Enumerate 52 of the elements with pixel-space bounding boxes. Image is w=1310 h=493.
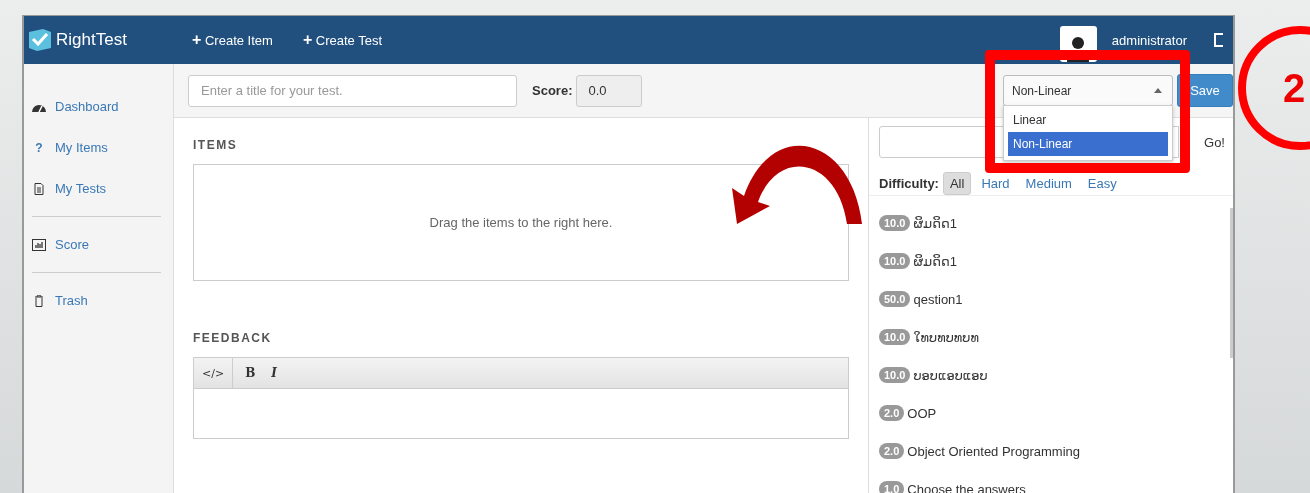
difficulty-filter[interactable]: Medium (1019, 173, 1078, 194)
sidebar-item[interactable]: Dashboard (32, 86, 161, 127)
score-badge: 10.0 (879, 253, 911, 269)
drop-zone[interactable]: Drag the items to the right here. (193, 164, 849, 281)
score-badge: 1.0 (879, 481, 905, 493)
document-icon (32, 182, 46, 195)
item-title[interactable]: ຜິມດິດ1 (913, 215, 957, 231)
bar-chart-icon (32, 238, 46, 251)
score-badge: 50.0 (879, 291, 911, 307)
test-title-input[interactable]: Enter a title for your test. (188, 74, 517, 107)
item-title[interactable]: OOP (907, 405, 937, 421)
difficulty-filter[interactable]: Easy (1081, 173, 1123, 194)
scrollbar[interactable] (1230, 208, 1233, 358)
score-field: 0.0 (576, 74, 643, 107)
drop-hint: Drag the items to the right here. (429, 215, 613, 230)
feedback-editor[interactable]: </> B I (193, 357, 849, 439)
editor-tool-button[interactable]: </> (194, 358, 234, 388)
checkmark-logo-icon (28, 29, 52, 51)
item-title[interactable]: Choose the answers (907, 481, 1026, 493)
items-heading: ITEMS (193, 138, 239, 152)
username[interactable]: administrator (1111, 32, 1187, 48)
mode-select[interactable]: Non-Linear (1003, 75, 1173, 106)
score-badge: 10.0 (879, 367, 911, 383)
nav-link[interactable]: + Create Item (192, 31, 273, 49)
brand-name[interactable]: RightTest (56, 30, 127, 50)
item-title[interactable]: ບອບແອບແອບ (913, 367, 988, 383)
sidebar-item[interactable]: Score (32, 224, 161, 265)
item-title[interactable]: qestion1 (913, 291, 963, 307)
step-number-annotation: 2 (1238, 26, 1310, 150)
question-mark-icon: ? (32, 140, 46, 155)
score-badge: 10.0 (879, 215, 911, 231)
editor-tool-button[interactable]: I (263, 358, 285, 388)
difficulty-filter[interactable]: Hard (975, 173, 1016, 194)
sidebar-item[interactable]: Trash (32, 280, 161, 321)
trash-icon (32, 294, 46, 307)
sidebar-item[interactable]: My Tests (32, 168, 161, 209)
caret-icon (1154, 88, 1162, 93)
editor-tool-button[interactable]: B (237, 358, 264, 388)
item-title[interactable]: Object Oriented Programming (907, 443, 1080, 459)
difficulty-label: Difficulty: (879, 176, 939, 191)
difficulty-filter[interactable]: All (942, 172, 972, 195)
score-badge: 2.0 (879, 405, 905, 421)
score-label: Score: (532, 83, 573, 98)
sidebar-item[interactable]: ? My Items (32, 127, 161, 168)
dropdown-option[interactable]: Non-Linear (1008, 132, 1168, 156)
item-title[interactable]: ຜິມດິດ1 (913, 253, 957, 269)
item-title[interactable]: ໃທບທບທບທ (913, 329, 979, 345)
nav-link[interactable]: + Create Test (302, 31, 383, 49)
dropdown-option[interactable]: Linear (1008, 108, 1168, 132)
score-badge: 10.0 (879, 329, 911, 345)
score-badge: 2.0 (879, 443, 905, 459)
feedback-heading: FEEDBACK (193, 331, 273, 345)
